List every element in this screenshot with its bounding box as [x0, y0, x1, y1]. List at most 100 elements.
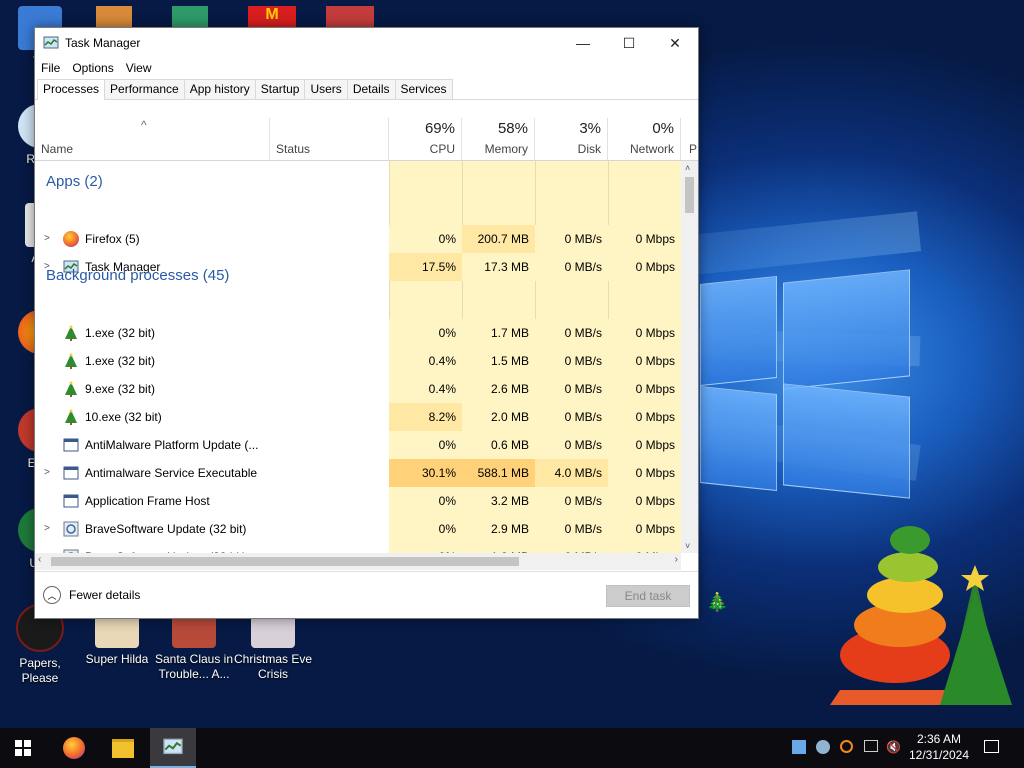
column-memory[interactable]: 58% Memory [462, 118, 535, 160]
taskbar-file-explorer[interactable] [100, 728, 146, 768]
horizontal-scroll-thumb[interactable] [51, 557, 519, 566]
tab-performance[interactable]: Performance [104, 79, 185, 99]
memory-value: 1.5 MB [462, 347, 535, 375]
tray-search-icon[interactable] [840, 740, 853, 753]
minimize-button[interactable]: — [560, 28, 606, 58]
wallpaper-logo-pane [700, 385, 777, 492]
wallpaper-logo-pane [783, 269, 910, 390]
network-value: 0 Mbps [608, 431, 681, 459]
scroll-down-icon[interactable]: ˅ [685, 541, 690, 551]
wallpaper-logo-pane [700, 275, 777, 387]
column-name[interactable]: ^ Name [35, 118, 269, 160]
column-network[interactable]: 0% Network [608, 118, 681, 160]
notification-icon[interactable] [984, 740, 999, 753]
disk-value: 0 MB/s [535, 225, 608, 253]
firefox-icon [63, 231, 79, 247]
expand-chevron-icon[interactable]: > [44, 225, 50, 253]
background-process-row[interactable]: 10.exe (32 bit) 8.2% 2.0 MB 0 MB/s 0 Mbps [35, 403, 681, 431]
maximize-button[interactable]: ☐ [606, 28, 652, 58]
process-name: BraveSoftware Update (32 bit) [85, 522, 247, 536]
tab-details[interactable]: Details [346, 79, 396, 99]
scroll-right-icon[interactable]: › [675, 554, 678, 565]
fewer-details-button[interactable]: ︿ Fewer details [43, 586, 140, 604]
tree-icon [63, 381, 79, 397]
network-value: 0 Mbps [608, 225, 681, 253]
disk-value: 0 MB/s [535, 347, 608, 375]
background-process-row[interactable]: > Antimalware Service Executable 30.1% 588.… [35, 459, 681, 487]
cpu-value: 0% [389, 515, 462, 543]
background-process-row[interactable]: BraveSoftware Update (32 bit)0%1.2 MB0 M… [35, 543, 681, 553]
background-process-row[interactable]: 9.exe (32 bit) 0.4% 2.6 MB 0 MB/s 0 Mbps [35, 375, 681, 403]
disk-value: 0 MB/s [535, 431, 608, 459]
memory-value: 588.1 MB [462, 459, 535, 487]
column-header: ^ Name Status 69% CPU 58% Memory 3% Disk… [35, 118, 698, 161]
memory-value: 17.3 MB [462, 253, 535, 281]
app-window-icon [63, 493, 79, 509]
background-process-row[interactable]: > BraveSoftware Update (32 bit) 0% 2.9 MB 0 … [35, 515, 681, 543]
window-title: Task Manager [65, 36, 141, 50]
sort-arrow-icon: ^ [141, 118, 147, 132]
background-process-row[interactable]: 1.exe (32 bit) 0.4% 1.5 MB 0 MB/s 0 Mbps [35, 347, 681, 375]
tray-network-icon[interactable] [864, 740, 878, 752]
menu-file[interactable]: File [41, 61, 60, 75]
process-name: Application Frame Host [85, 494, 210, 508]
taskbar-task-manager[interactable] [150, 728, 196, 768]
column-disk[interactable]: 3% Disk [535, 118, 608, 160]
expand-chevron-icon[interactable]: > [44, 515, 50, 543]
memory-value: 3.2 MB [462, 487, 535, 515]
disk-value: 0 MB/s [535, 515, 608, 543]
tab-processes[interactable]: Processes [37, 79, 106, 100]
cpu-value: 0.4% [389, 347, 462, 375]
group-apps[interactable]: Apps (2) [46, 173, 103, 190]
menu-options[interactable]: Options [72, 61, 113, 75]
tab-app-history[interactable]: App history [183, 79, 256, 99]
clock-date: 12/31/2024 [908, 748, 970, 762]
folder-icon [112, 738, 134, 758]
cpu-value: 0.4% [389, 375, 462, 403]
horizontal-scrollbar[interactable]: ‹ › [35, 553, 681, 570]
task-manager-window[interactable]: Task Manager — ☐ ✕ File Options View Pro… [34, 27, 699, 619]
vertical-scrollbar[interactable]: ˄ ˅ [681, 161, 698, 553]
expand-chevron-icon[interactable]: > [44, 459, 50, 487]
scroll-left-icon[interactable]: ‹ [38, 554, 41, 565]
tray-notepad-icon[interactable] [792, 740, 806, 754]
process-name: 10.exe (32 bit) [85, 410, 162, 424]
clock[interactable]: 2:36 AM 12/31/2024 [905, 731, 973, 763]
tab-services[interactable]: Services [394, 79, 453, 99]
task-manager-icon [43, 36, 59, 49]
start-button[interactable] [0, 728, 46, 768]
background-process-row[interactable]: AntiMalware Platform Update (... 0% 0.6 MB… [35, 431, 681, 459]
taskbar-firefox[interactable] [51, 728, 97, 768]
cpu-value: 30.1% [389, 459, 462, 487]
end-task-button[interactable]: End task [606, 585, 690, 607]
disk-value: 0 MB/s [535, 253, 608, 281]
background-process-row[interactable]: Application Frame Host 0% 3.2 MB 0 MB/s 0 Mb… [35, 487, 681, 515]
cpu-value: 0% [389, 319, 462, 347]
network-value: 0 Mbps [608, 459, 681, 487]
tray-people-icon[interactable] [816, 740, 830, 754]
tray-volume-muted-icon[interactable]: 🔇 [886, 740, 901, 754]
cpu-value: 0% [389, 543, 462, 553]
clock-time: 2:36 AM [916, 732, 962, 746]
process-name: 1.exe (32 bit) [85, 326, 156, 340]
process-name: BraveSoftware Update (32 bit) [85, 543, 246, 553]
chevron-up-icon: ︿ [43, 586, 61, 604]
column-cpu[interactable]: 69% CPU [389, 118, 462, 160]
disk-value: 4.0 MB/s [535, 459, 608, 487]
disk-value: 0 MB/s [535, 543, 608, 553]
column-status[interactable]: Status [269, 118, 389, 160]
background-process-row[interactable]: 1.exe (32 bit) 0% 1.7 MB 0 MB/s 0 Mbps [35, 319, 681, 347]
close-button[interactable]: ✕ [652, 28, 698, 58]
memory-value: 2.9 MB [462, 515, 535, 543]
column-power-truncated[interactable]: P [681, 118, 698, 160]
title-bar[interactable]: Task Manager — ☐ ✕ [35, 28, 698, 58]
menu-view[interactable]: View [126, 61, 152, 75]
tab-startup[interactable]: Startup [254, 79, 306, 99]
app-row[interactable]: > Firefox (5) 0% 200.7 MB 0 MB/s 0 Mbps [35, 225, 681, 253]
scroll-up-icon[interactable]: ˄ [685, 163, 690, 173]
group-background-processes[interactable]: Background processes (45) [46, 267, 229, 284]
tab-users[interactable]: Users [304, 79, 348, 99]
vertical-scroll-thumb[interactable] [685, 177, 694, 213]
update-icon [63, 521, 79, 537]
tree-icon [63, 353, 79, 369]
